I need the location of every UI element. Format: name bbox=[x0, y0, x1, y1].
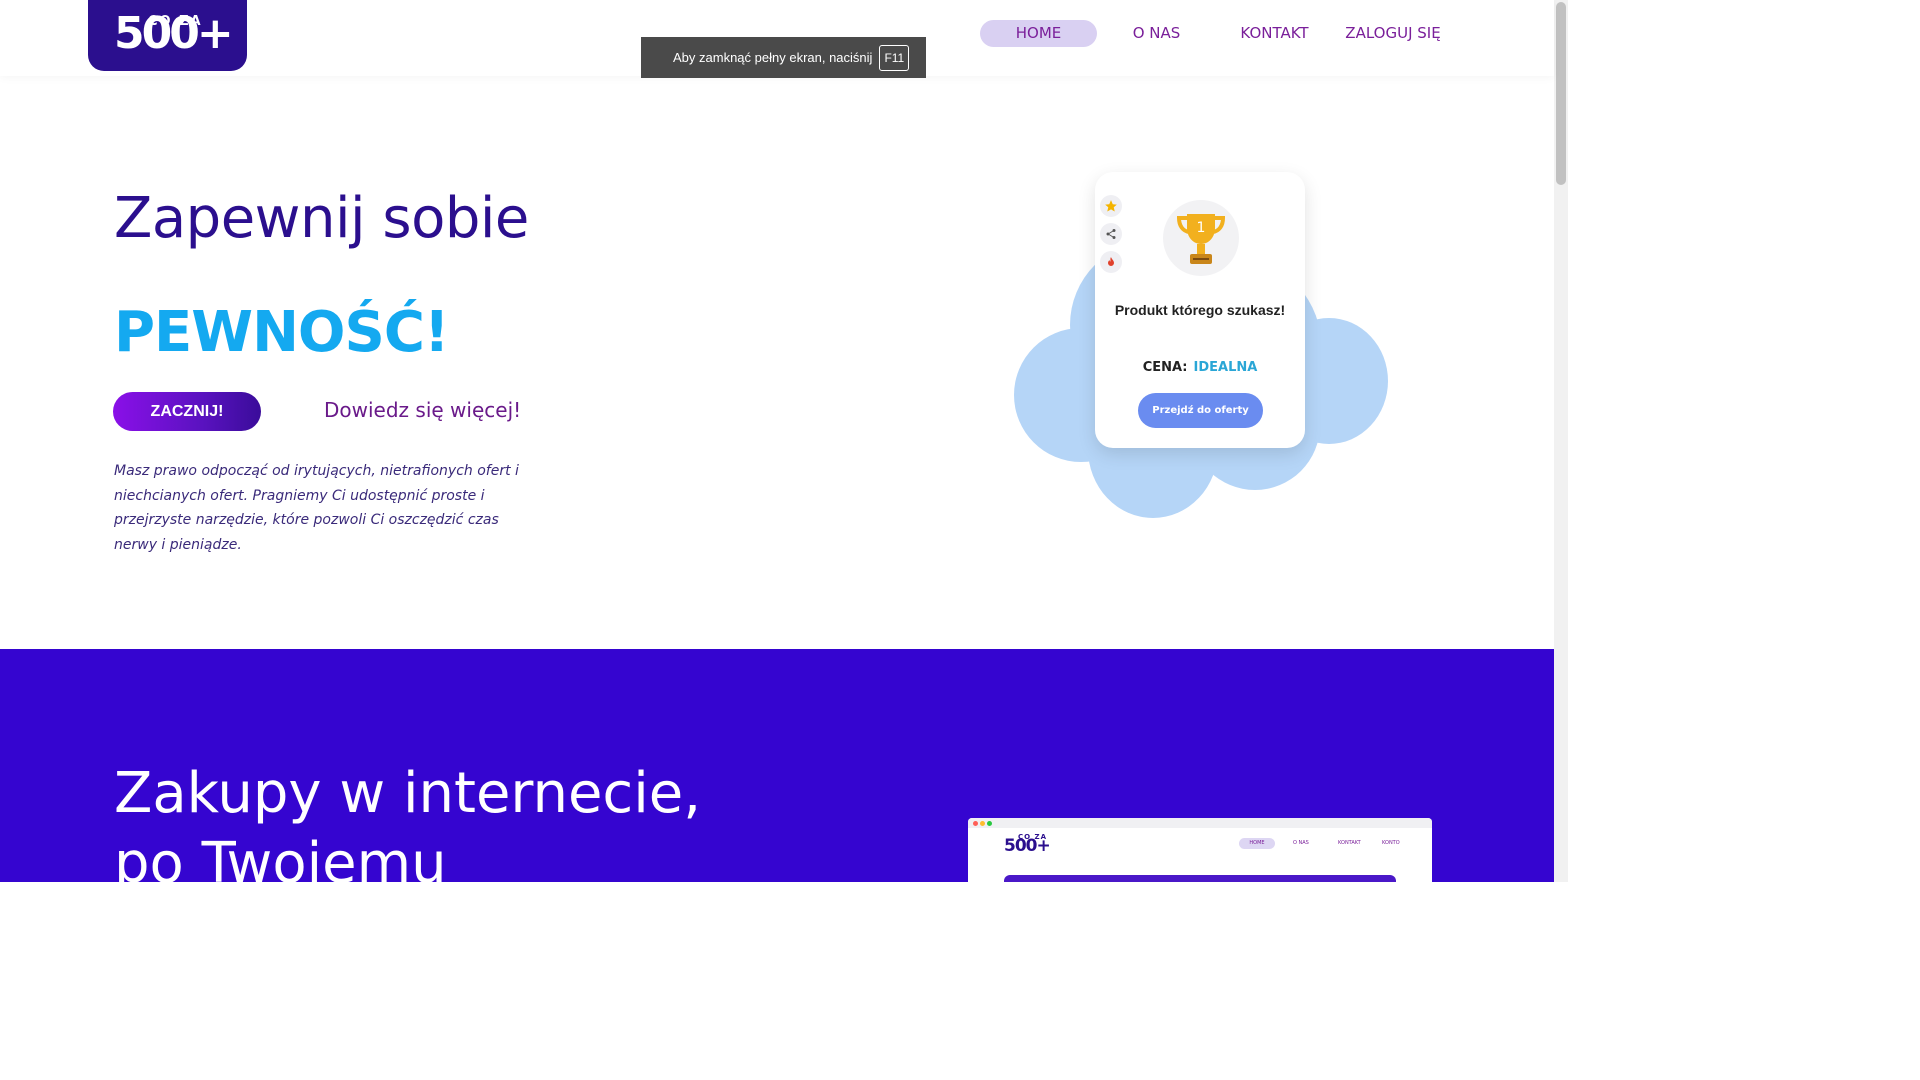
price-label: CENA: bbox=[1142, 360, 1188, 375]
learn-more-link[interactable]: Dowiedz się więcej! bbox=[324, 398, 521, 422]
offer-button[interactable]: Przejdź do oferty bbox=[1138, 393, 1263, 428]
share-icon[interactable] bbox=[1100, 223, 1122, 245]
hero-accent: PEWNOŚĆ! bbox=[114, 300, 450, 365]
section-title-line2: po Twojemu bbox=[114, 831, 447, 882]
nav-login[interactable]: ZALOGUJ SIĘ bbox=[1336, 20, 1450, 47]
start-button[interactable]: ZACZNIJ! bbox=[113, 392, 261, 431]
logo-main-text: 500+ bbox=[114, 8, 234, 59]
card-price: CENA: IDEALNA bbox=[1095, 360, 1305, 375]
fullscreen-notice-text: Aby zamknąć pełny ekran, naciśnij bbox=[673, 50, 873, 65]
fullscreen-key: F11 bbox=[879, 44, 910, 71]
product-card: 1 Produkt którego szukasz! CENA: IDEALNA … bbox=[1095, 172, 1305, 448]
fullscreen-notice: Aby zamknąć pełny ekran, naciśnij F11 bbox=[641, 37, 926, 78]
browser-mockup: CO ZA 500+ HOME O NAS KONTAKT KONTO bbox=[968, 818, 1432, 882]
star-icon[interactable] bbox=[1100, 195, 1122, 217]
mockup-nav-contact: KONTAKT bbox=[1338, 840, 1361, 846]
shopping-section: Zakupy w internecie, po Twojemu CO ZA 500… bbox=[0, 649, 1554, 882]
trophy-icon: 1 bbox=[1163, 200, 1239, 276]
scrollbar-thumb[interactable] bbox=[1556, 2, 1566, 185]
hero-description: Masz prawo odpocząć od irytujących, niet… bbox=[114, 463, 519, 553]
mockup-nav-account: KONTO bbox=[1382, 840, 1400, 846]
nav-about[interactable]: O NAS bbox=[1104, 20, 1209, 47]
mockup-nav-about: O NAS bbox=[1293, 840, 1309, 846]
logo[interactable]: CO ZA 500+ bbox=[88, 0, 247, 71]
page-scrollbar[interactable] bbox=[1554, 0, 1568, 882]
section-title: Zakupy w internecie, po Twojemu bbox=[114, 759, 701, 882]
card-title: Produkt którego szukasz! bbox=[1114, 302, 1286, 318]
mockup-banner bbox=[1004, 875, 1396, 882]
nav-home[interactable]: HOME bbox=[980, 20, 1097, 47]
mockup-logo: CO ZA 500+ bbox=[1004, 833, 1051, 856]
trophy-number: 1 bbox=[1197, 220, 1206, 236]
nav-contact[interactable]: KONTAKT bbox=[1222, 20, 1327, 47]
mockup-nav-home: HOME bbox=[1239, 838, 1275, 849]
mockup-titlebar bbox=[968, 818, 1432, 828]
hero-title: Zapewnij sobie bbox=[114, 186, 529, 251]
price-value: IDEALNA bbox=[1193, 360, 1258, 375]
fire-icon[interactable] bbox=[1100, 251, 1122, 273]
section-title-line1: Zakupy w internecie, bbox=[114, 761, 702, 826]
